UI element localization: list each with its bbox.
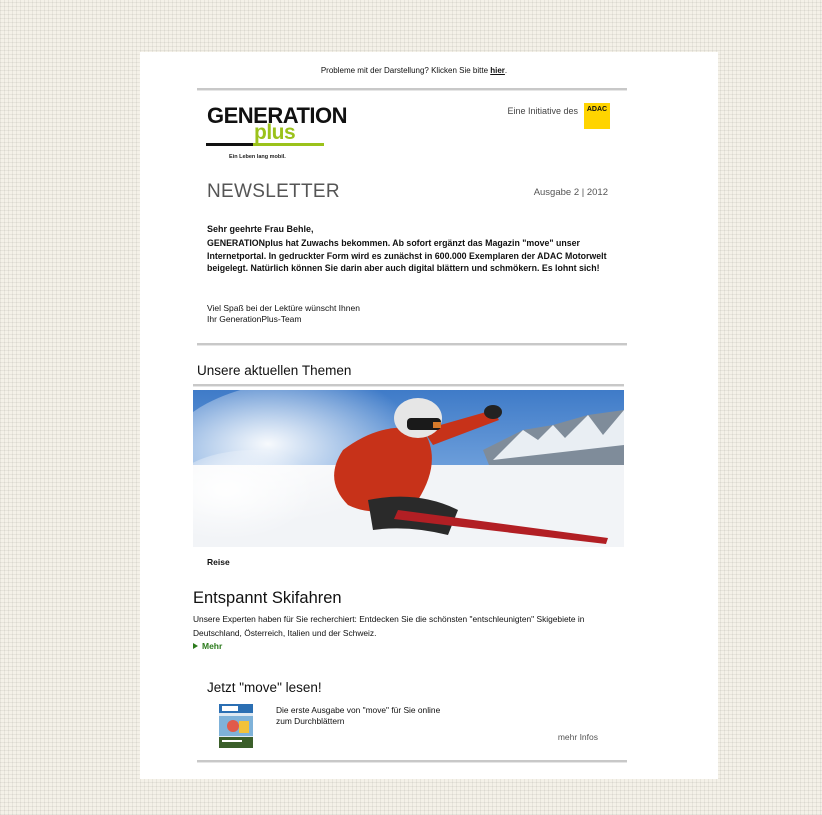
logo-plus-text[interactable]: plus xyxy=(254,121,296,145)
preheader-link[interactable]: hier xyxy=(490,66,505,75)
preheader: Probleme mit der Darstellung? Klicken Si… xyxy=(320,66,508,75)
adac-logo[interactable]: ADAC xyxy=(584,103,610,129)
issue-number: Ausgabe 2 | 2012 xyxy=(533,187,608,198)
logo-bar xyxy=(206,143,324,146)
divider xyxy=(193,384,624,387)
move-text: Die erste Ausgabe von "move" für Sie onl… xyxy=(276,705,441,726)
themes-heading: Unsere aktuellen Themen xyxy=(197,363,352,378)
logo-slogan: Ein Leben lang mobil. xyxy=(229,154,286,160)
divider xyxy=(197,343,627,346)
play-arrow-icon xyxy=(193,643,198,649)
article-text: Unsere Experten haben für Sie recherchie… xyxy=(193,614,585,638)
preheader-text: Probleme mit der Darstellung? Klicken Si… xyxy=(320,66,491,75)
hero-image[interactable] xyxy=(193,390,624,547)
skier-image xyxy=(193,390,624,547)
hero-caption: Reise xyxy=(207,557,230,567)
closing-line-2: Ihr GenerationPlus-Team xyxy=(207,314,302,324)
move-cover-image[interactable] xyxy=(219,704,253,748)
initiative-text: Eine Initiative des xyxy=(507,106,578,116)
intro-text: GENERATIONplus hat Zuwachs bekommen. Ab … xyxy=(207,238,607,273)
salutation: Sehr geehrte Frau Behle, xyxy=(207,224,314,234)
closing-line-1: Viel Spaß bei der Lektüre wünscht Ihnen xyxy=(207,303,360,313)
move-more-link[interactable]: mehr Infos xyxy=(520,732,598,742)
more-link-label: Mehr xyxy=(202,641,223,651)
magazine-cover-icon xyxy=(219,704,253,748)
closing: Viel Spaß bei der Lektüre wünscht Ihnen … xyxy=(207,303,360,325)
newsletter-title: NEWSLETTER xyxy=(207,181,340,202)
more-link[interactable]: Mehr xyxy=(193,641,222,651)
divider xyxy=(197,88,627,91)
article-title[interactable]: Entspannt Skifahren xyxy=(193,589,342,608)
move-heading: Jetzt "move" lesen! xyxy=(207,680,322,695)
divider xyxy=(197,760,627,763)
adac-logo-text: ADAC xyxy=(586,106,608,113)
